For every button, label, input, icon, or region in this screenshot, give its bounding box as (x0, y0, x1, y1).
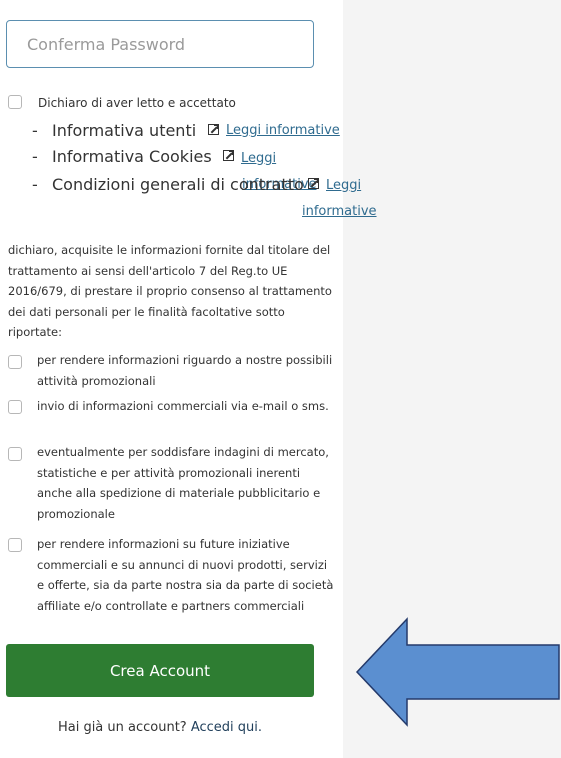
external-link-icon (208, 124, 219, 135)
informativa-cookies-link[interactable]: Leggi (241, 151, 276, 166)
condizioni-generali-link-cont[interactable]: informative (302, 204, 377, 219)
have-account-text: Hai già un account? (57, 720, 187, 735)
declaration-intro: Dichiaro di aver letto e accettato (38, 96, 236, 110)
condizioni-generali-link[interactable]: Leggi (326, 178, 361, 193)
left-arrow-icon (355, 617, 560, 727)
consent-checkbox-market[interactable] (8, 447, 22, 461)
consent-option-email: invio di informazioni commerciali via e-… (37, 399, 329, 413)
informativa-cookies-row: - Informativa Cookies (32, 147, 212, 166)
consent-checkbox-promo[interactable] (8, 355, 22, 369)
consent-option-promo: per rendere informazioni riguardo a nost… (37, 353, 333, 388)
declaration-checkbox[interactable] (8, 95, 22, 109)
login-prompt: Hai già un account? Accedi qui. (0, 720, 320, 735)
informativa-utenti-link[interactable]: Leggi informative (226, 123, 340, 138)
consent-checkbox-email[interactable] (8, 400, 22, 414)
create-account-button[interactable]: Crea Account (6, 644, 314, 697)
condizioni-generali-label: Condizioni generali di contratto (52, 175, 304, 194)
external-link-icon (223, 150, 234, 161)
external-link-icon (308, 178, 319, 189)
consent-option-initiatives: per rendere informazioni su future inizi… (37, 537, 334, 613)
login-link[interactable]: Accedi qui. (191, 720, 262, 735)
consent-option-market: eventualmente per soddisfare indagini di… (37, 445, 329, 521)
condizioni-generali-row: - Condizioni generali di contratto (32, 175, 304, 194)
informativa-utenti-label: Informativa utenti (52, 121, 197, 140)
informativa-utenti-row: - Informativa utenti (32, 121, 197, 140)
consent-checkbox-initiatives[interactable] (8, 538, 22, 552)
consent-paragraph: dichiaro, acquisite le informazioni forn… (8, 243, 332, 340)
confirm-password-input[interactable] (6, 20, 314, 68)
informativa-cookies-label: Informativa Cookies (52, 147, 212, 166)
